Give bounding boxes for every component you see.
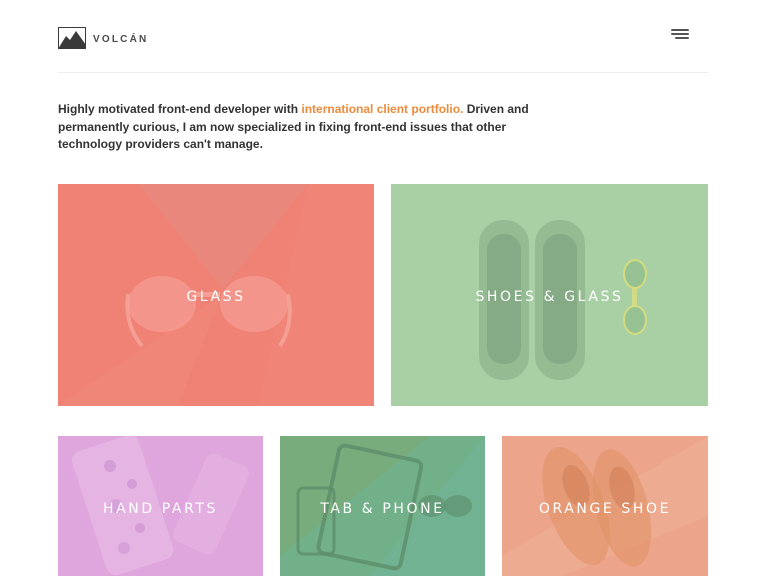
header-divider <box>58 72 708 73</box>
tile-label: SHOES & GLASS <box>475 289 624 305</box>
tile-label: HAND PARTS <box>102 501 219 517</box>
brand-name: VOLCÁN <box>93 33 149 45</box>
page: VOLCÁN Highly motivated front-end develo… <box>0 0 768 576</box>
intro-text: Highly motivated front-end developer wit… <box>58 101 538 154</box>
portfolio-tile-hand-parts[interactable]: HAND PARTS <box>58 436 263 576</box>
portfolio-tile-orange-shoe[interactable]: ORANGE SHOE <box>502 436 708 576</box>
international-portfolio-link[interactable]: international client portfolio. <box>301 102 463 116</box>
site-header: VOLCÁN <box>58 27 708 51</box>
tile-label: GLASS <box>186 289 246 305</box>
tile-label: TAB & PHONE <box>320 501 445 517</box>
mountain-icon <box>58 27 86 49</box>
portfolio-tile-glass[interactable]: GLASS <box>58 184 374 406</box>
logo-link[interactable]: VOLCÁN <box>58 27 148 49</box>
portfolio-tile-shoes-glass[interactable]: SHOES & GLASS <box>391 184 708 406</box>
intro-text-start: Highly motivated front-end developer wit… <box>58 102 302 116</box>
tile-label: ORANGE SHOE <box>538 501 672 517</box>
hamburger-menu-icon[interactable] <box>671 29 691 43</box>
portfolio-tile-tab-phone[interactable]: TAB & PHONE <box>280 436 485 576</box>
